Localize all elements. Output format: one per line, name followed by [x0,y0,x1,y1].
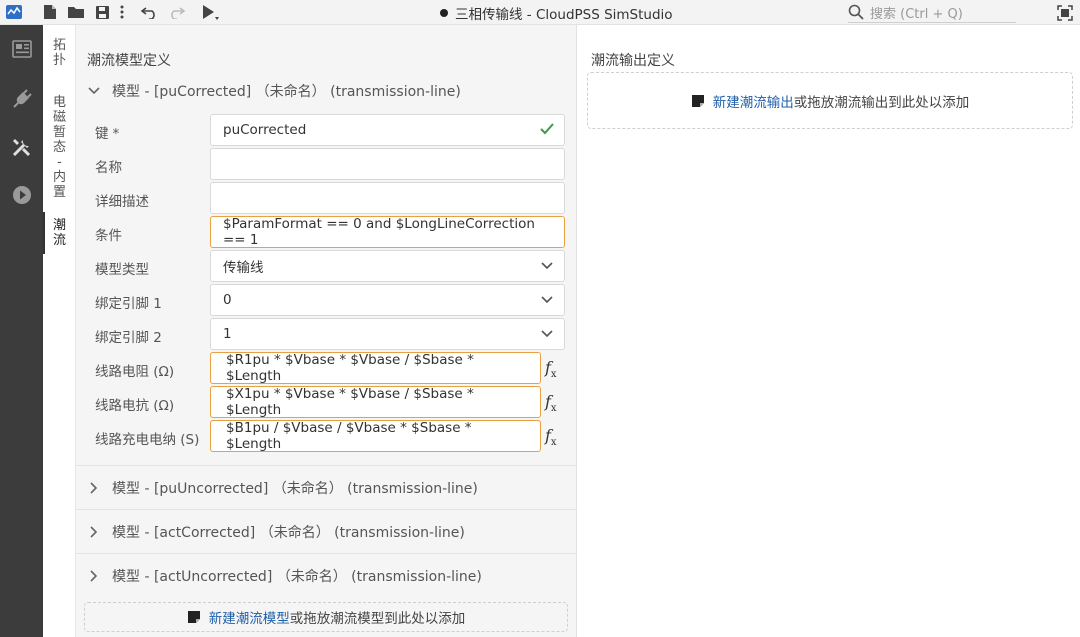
model-type-select[interactable]: 传输线 [210,250,565,282]
model-header-label: 模型 - [puUncorrected] （未命名） (transmission… [112,480,478,497]
panel-title: 潮流模型定义 [87,53,171,69]
chevron-down-icon [541,330,553,338]
vertical-tabs: 拓 扑 电 磁 暂 态 - 内 置 潮 流 [43,25,76,637]
name-input[interactable] [210,148,565,180]
new-output-link[interactable]: 新建潮流输出 [713,91,794,111]
app-logo-icon[interactable] [1,0,27,25]
description-row: 详细描述 [76,182,577,216]
undo-icon[interactable] [137,0,163,25]
key-row: 键 * puCorrected [76,114,577,148]
search-icon [848,4,864,20]
pin1-select[interactable]: 0 [210,284,565,316]
window-title: 三相传输线 - CloudPSS SimStudio [440,0,673,25]
new-model-link[interactable]: 新建潮流模型 [209,607,290,627]
model-header-actCorrected[interactable]: 模型 - [actCorrected] （未命名） (transmission-… [76,509,577,553]
chevron-right-icon [76,569,112,582]
add-model-hint: 或拖放潮流模型到此处以添加 [289,611,466,627]
name-label: 名称 [95,160,122,176]
susceptance-label: 线路充电电纳 (S) [95,432,200,448]
model-type-row: 模型类型 传输线 [76,250,577,284]
chevron-right-icon [76,481,112,494]
chevron-down-icon [541,262,553,270]
model-header-label: 模型 - [actCorrected] （未命名） (transmission-… [112,524,465,541]
check-icon [540,123,554,135]
tab-emt-builtin[interactable]: 电 磁 暂 态 - 内 置 [43,95,76,200]
search-box[interactable]: 搜索 (Ctrl + Q) [848,2,1016,23]
add-output-dropzone[interactable]: 新建潮流输出 或拖放潮流输出到此处以添加 [587,72,1073,129]
resistance-input[interactable]: $R1pu * $Vbase * $Vbase / $Sbase * $Leng… [210,352,541,384]
panel-title: 潮流输出定义 [591,53,675,69]
redo-icon[interactable] [163,0,189,25]
chevron-right-icon [76,525,112,538]
key-input[interactable]: puCorrected [210,114,565,146]
plug-icon[interactable] [0,75,43,123]
function-icon[interactable]: fx [545,392,557,414]
pin2-row: 绑定引脚 2 1 [76,318,577,352]
maximize-icon[interactable] [1052,0,1078,25]
resistance-label: 线路电阻 (Ω) [95,364,175,380]
run-icon[interactable] [197,0,223,25]
description-input[interactable] [210,182,565,214]
tab-topology[interactable]: 拓 扑 [43,38,76,68]
tab-power-flow[interactable]: 潮 流 [43,212,76,254]
model-header-label: 模型 - [actUncorrected] （未命名） (transmissio… [112,568,482,585]
resistance-row: 线路电阻 (Ω) $R1pu * $Vbase * $Vbase / $Sbas… [76,352,577,386]
add-model-dropzone[interactable]: 新建潮流模型 或拖放潮流模型到此处以添加 [84,602,568,632]
reactance-label: 线路电抗 (Ω) [95,398,175,414]
new-file-icon[interactable] [37,0,63,25]
power-flow-model-panel: 潮流模型定义 模型 - [puCorrected] （未命名） (transmi… [76,25,577,637]
reactance-input[interactable]: $X1pu * $Vbase * $Vbase / $Sbase * $Leng… [210,386,541,418]
chevron-down-icon [541,296,553,304]
name-row: 名称 [76,148,577,182]
save-icon[interactable] [89,0,115,25]
add-output-hint: 或拖放潮流输出到此处以添加 [793,94,970,111]
activity-bar [0,25,43,637]
reactance-row: 线路电抗 (Ω) $X1pu * $Vbase * $Vbase / $Sbas… [76,386,577,420]
tools-icon[interactable] [0,123,43,171]
power-flow-output-panel: 潮流输出定义 新建潮流输出 或拖放潮流输出到此处以添加 [578,25,1080,637]
key-label: 键 [95,126,109,142]
title-bar: 三相传输线 - CloudPSS SimStudio 搜索 (Ctrl + Q) [0,0,1080,25]
pin1-label: 绑定引脚 1 [95,296,162,312]
susceptance-input[interactable]: $B1pu / $Vbase / $Vbase * $Sbase * $Leng… [210,420,541,452]
function-icon[interactable]: fx [545,358,557,380]
search-placeholder: 搜索 (Ctrl + Q) [870,6,963,22]
component-icon[interactable] [0,25,43,73]
model-header-puCorrected[interactable]: 模型 - [puCorrected] （未命名） (transmission-l… [76,69,577,113]
function-icon[interactable]: fx [545,426,557,448]
play-icon[interactable] [0,171,43,219]
condition-input[interactable]: $ParamFormat == 0 and $LongLineCorrectio… [210,216,565,248]
new-item-icon [691,94,704,107]
condition-row: 条件 $ParamFormat == 0 and $LongLineCorrec… [76,216,577,250]
open-folder-icon[interactable] [63,0,89,25]
pin1-row: 绑定引脚 1 0 [76,284,577,318]
required-mark: * [112,126,120,142]
description-label: 详细描述 [95,194,149,210]
condition-label: 条件 [95,228,122,244]
model-header-label: 模型 - [puCorrected] （未命名） (transmission-l… [112,84,461,100]
chevron-down-icon [76,87,112,95]
pin2-label: 绑定引脚 2 [95,330,162,346]
model-header-puUncorrected[interactable]: 模型 - [puUncorrected] （未命名） (transmission… [76,465,577,509]
model-type-label: 模型类型 [95,262,149,278]
unsaved-dot-icon [440,8,448,17]
pin2-select[interactable]: 1 [210,318,565,350]
new-item-icon [187,611,200,623]
susceptance-row: 线路充电电纳 (S) $B1pu / $Vbase / $Vbase * $Sb… [76,420,577,454]
more-icon[interactable] [115,0,129,25]
model-header-actUncorrected[interactable]: 模型 - [actUncorrected] （未命名） (transmissio… [76,553,577,597]
